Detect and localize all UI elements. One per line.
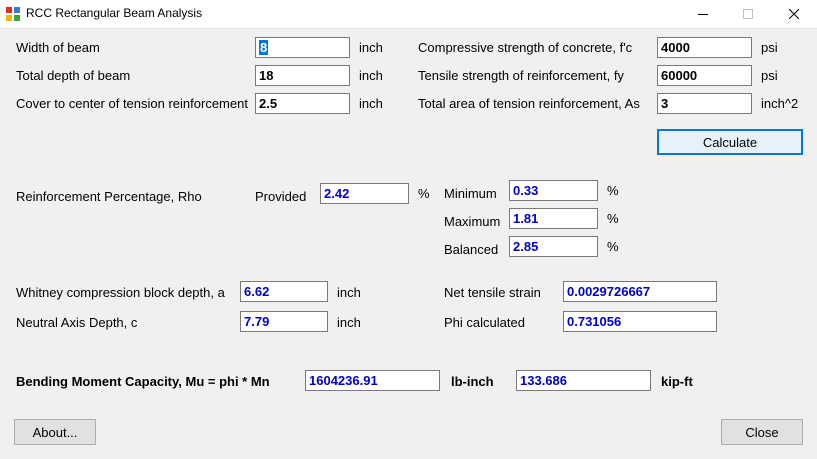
cover-input[interactable]: 2.5: [255, 93, 350, 114]
about-label: About...: [32, 424, 78, 440]
title-bar: RCC Rectangular Beam Analysis: [0, 0, 817, 29]
rho-label: Reinforcement Percentage, Rho: [16, 189, 202, 204]
strain-field[interactable]: 0.0029726667: [563, 281, 717, 302]
close-label: Close: [745, 424, 779, 440]
calculate-button[interactable]: Calculate: [657, 129, 803, 155]
moment-lbinch-unit: lb-inch: [451, 374, 494, 389]
about-button[interactable]: About...: [14, 419, 96, 445]
fy-label: Tensile strength of reinforcement, fy: [418, 68, 624, 83]
rho-minimum-percent: %: [607, 183, 619, 198]
width-input[interactable]: 8: [255, 37, 350, 58]
rho-maximum-field[interactable]: 1.81: [509, 208, 598, 229]
width-value: 8: [259, 40, 269, 55]
rho-maximum-label: Maximum: [444, 214, 501, 229]
moment-lbinch-field[interactable]: 1604236.91: [305, 370, 440, 391]
rho-minimum-label: Minimum: [444, 186, 497, 201]
c-field[interactable]: 7.79: [240, 311, 328, 332]
phi-label: Phi calculated: [444, 315, 525, 330]
app-icon: [6, 7, 20, 21]
as-unit: inch^2: [761, 96, 799, 111]
rho-balanced-percent: %: [607, 239, 619, 254]
fc-label: Compressive strength of concrete, f'c: [418, 40, 633, 55]
fy-unit: psi: [761, 68, 778, 83]
a-unit: inch: [337, 285, 361, 300]
rho-maximum-percent: %: [607, 211, 619, 226]
rho-provided-percent: %: [418, 186, 430, 201]
rho-balanced-field[interactable]: 2.85: [509, 236, 598, 257]
moment-kipft-unit: kip-ft: [661, 374, 693, 389]
cover-label: Cover to center of tension reinforcement: [16, 96, 248, 111]
as-input[interactable]: 3: [657, 93, 752, 114]
c-label: Neutral Axis Depth, c: [16, 315, 138, 330]
rho-minimum-field[interactable]: 0.33: [509, 180, 598, 201]
moment-kipft-field[interactable]: 133.686: [516, 370, 651, 391]
moment-label: Bending Moment Capacity, Mu = phi * Mn: [16, 374, 270, 389]
depth-label: Total depth of beam: [16, 68, 131, 83]
fc-unit: psi: [761, 40, 778, 55]
rho-provided-label: Provided: [255, 189, 307, 204]
phi-field[interactable]: 0.731056: [563, 311, 717, 332]
close-icon: [789, 9, 799, 19]
window-title: RCC Rectangular Beam Analysis: [26, 6, 203, 20]
width-unit: inch: [359, 40, 383, 55]
cover-unit: inch: [359, 96, 383, 111]
rho-balanced-label: Balanced: [444, 242, 499, 257]
calculate-label: Calculate: [702, 134, 758, 150]
fy-input[interactable]: 60000: [657, 65, 752, 86]
strain-label: Net tensile strain: [444, 285, 541, 300]
minimize-button[interactable]: [680, 0, 726, 28]
width-label: Width of beam: [16, 40, 100, 55]
a-field[interactable]: 6.62: [240, 281, 328, 302]
minimize-icon: [698, 14, 708, 15]
depth-input[interactable]: 18: [255, 65, 350, 86]
fc-input[interactable]: 4000: [657, 37, 752, 58]
maximize-icon: [743, 9, 753, 19]
as-label: Total area of tension reinforcement, As: [418, 96, 640, 111]
maximize-button[interactable]: [725, 0, 771, 28]
close-window-button[interactable]: [771, 0, 817, 28]
a-label: Whitney compression block depth, a: [16, 285, 225, 300]
rho-provided-field[interactable]: 2.42: [320, 183, 409, 204]
close-button[interactable]: Close: [721, 419, 803, 445]
depth-unit: inch: [359, 68, 383, 83]
c-unit: inch: [337, 315, 361, 330]
